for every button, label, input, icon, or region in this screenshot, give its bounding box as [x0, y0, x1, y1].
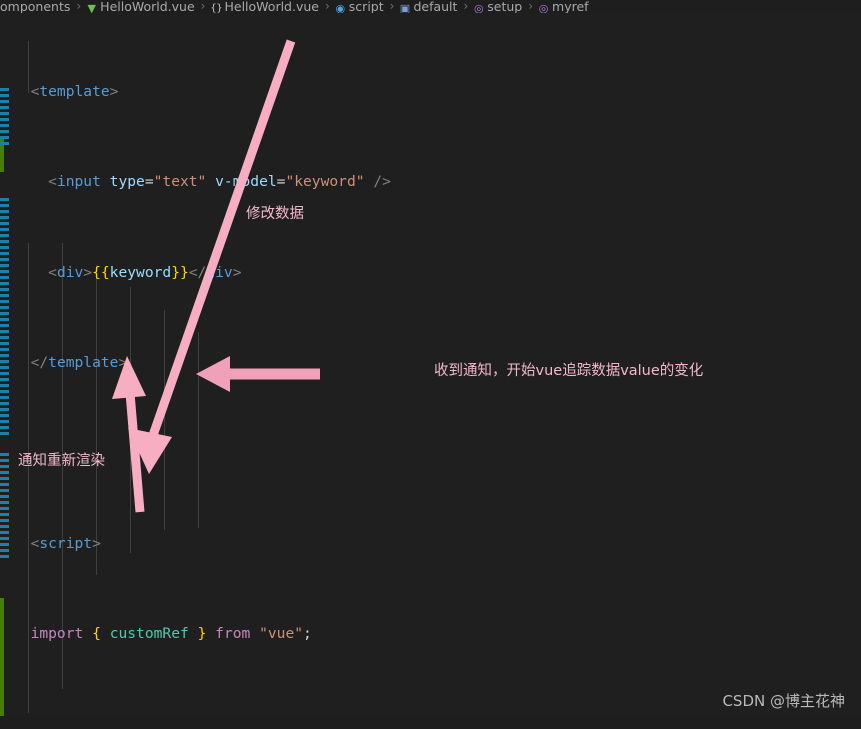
breadcrumb-separator-icon: › [324, 0, 330, 13]
breadcrumb-separator-icon: › [76, 0, 82, 13]
annotation-notify-rerender: 通知重新渲染 [18, 453, 105, 469]
breadcrumb-item-helloworld-file[interactable]: ▼ HelloWorld.vue [86, 0, 196, 13]
editor-bottom-bar [0, 716, 861, 729]
script-symbol-icon: ◉ [335, 2, 346, 13]
breadcrumb-separator-icon: › [389, 0, 395, 13]
object-symbol-icon: ▣ [399, 2, 411, 13]
annotation-modify-data: 修改数据 [246, 206, 304, 222]
code-line[interactable]: <div>{{keyword}}</div> [13, 262, 522, 285]
breadcrumb-item-myref[interactable]: ◎ myref [538, 0, 590, 13]
breadcrumb-item-components[interactable]: omponents [0, 0, 71, 13]
breadcrumb-label: omponents [0, 0, 71, 13]
breadcrumb-separator-icon: › [528, 0, 534, 13]
csdn-watermark: CSDN @博主花神 [722, 692, 845, 710]
braces-icon: {} [210, 3, 223, 13]
method-symbol-icon: ◎ [473, 2, 484, 13]
breadcrumb-label: myref [552, 0, 589, 13]
breadcrumb-item-helloworld-symbol[interactable]: {} HelloWorld.vue [210, 0, 320, 13]
breadcrumb-label: HelloWorld.vue [100, 0, 195, 13]
code-line[interactable]: import { customRef } from "vue"; [13, 623, 522, 646]
code-line[interactable]: <script> [13, 533, 522, 556]
breadcrumb-separator-icon: › [200, 0, 206, 13]
code-line[interactable]: <input type="text" v-model="keyword" /> [13, 171, 522, 194]
breadcrumb-label: default [413, 0, 458, 13]
breadcrumb-label: setup [487, 0, 523, 13]
method-symbol-icon: ◎ [538, 2, 549, 13]
breadcrumb-item-setup[interactable]: ◎ setup [473, 0, 523, 13]
breadcrumb[interactable]: omponents › ▼ HelloWorld.vue › {} HelloW… [0, 0, 861, 13]
code-line[interactable]: <template> [13, 81, 522, 104]
vue-file-icon: ▼ [87, 2, 96, 13]
annotation-track-data: 收到通知，开始vue追踪数据value的变化 [434, 363, 704, 379]
code-editor[interactable]: <template> <input type="text" v-model="k… [0, 13, 861, 716]
breadcrumb-label: HelloWorld.vue [224, 0, 319, 13]
breadcrumb-item-default[interactable]: ▣ default [399, 0, 458, 13]
breadcrumb-item-script[interactable]: ◉ script [335, 0, 385, 13]
breadcrumb-label: script [348, 0, 384, 13]
breadcrumb-separator-icon: › [463, 0, 469, 13]
